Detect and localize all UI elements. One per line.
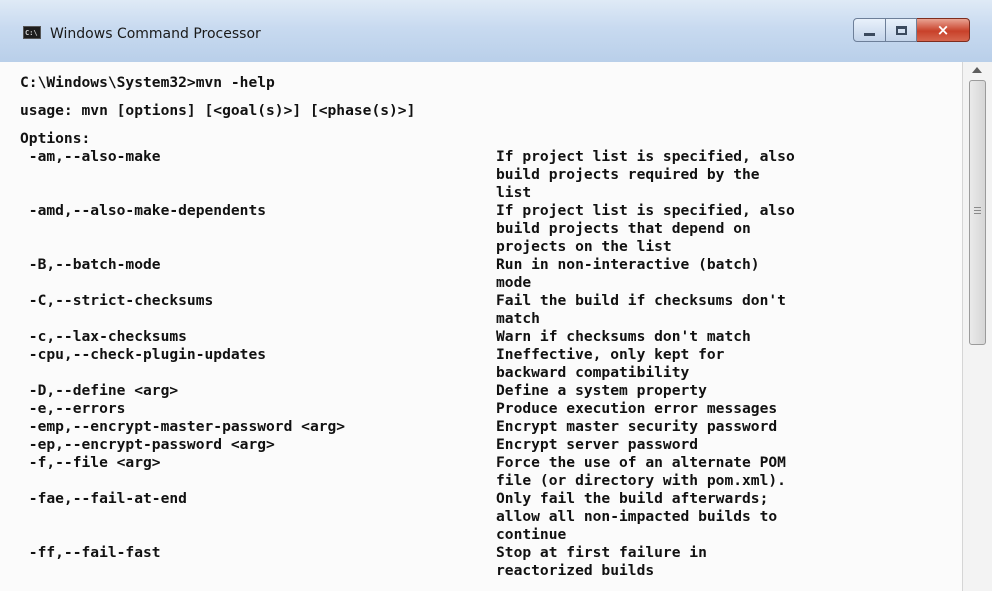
console-output[interactable]: C:\Windows\System32>mvn -help usage: mvn… bbox=[0, 62, 962, 591]
option-flag: -c,--lax-checksums bbox=[20, 328, 187, 345]
option-flag: -fae,--fail-at-end bbox=[20, 490, 187, 507]
option-line: -fae,--fail-at-end Only fail the build af… bbox=[20, 490, 769, 508]
option-description: Define a system property bbox=[496, 382, 707, 399]
vertical-scrollbar[interactable] bbox=[962, 62, 992, 591]
option-flag: -cpu,--check-plugin-updates bbox=[20, 346, 267, 363]
option-line: -e,--errors Produce execution error messa… bbox=[20, 400, 777, 418]
option-description: continue bbox=[496, 526, 567, 543]
option-line: -f,--file <arg> Force the use of an alter… bbox=[20, 454, 786, 472]
option-line: match bbox=[20, 310, 540, 328]
option-flag: -ep,--encrypt-password <arg> bbox=[20, 436, 275, 453]
option-line: -c,--lax-checksums Warn if checksums don'… bbox=[20, 328, 751, 346]
console-text: C:\Windows\System32>mvn -help usage: mvn… bbox=[20, 74, 795, 580]
option-description: If project list is specified, also bbox=[496, 202, 795, 219]
option-flag: -e,--errors bbox=[20, 400, 126, 417]
option-line: -ep,--encrypt-password <arg> Encrypt serv… bbox=[20, 436, 698, 454]
option-line: backward compatibility bbox=[20, 364, 689, 382]
option-line: -emp,--encrypt-master-password <arg> Encr… bbox=[20, 418, 777, 436]
usage-line: usage: mvn [options] [<goal(s)>] [<phase… bbox=[20, 102, 416, 119]
option-description: match bbox=[496, 310, 540, 327]
option-line: build projects required by the bbox=[20, 166, 760, 184]
option-line: -amd,--also-make-dependents If project li… bbox=[20, 202, 795, 220]
option-description: file (or directory with pom.xml). bbox=[496, 472, 786, 489]
option-description: If project list is specified, also bbox=[496, 148, 795, 165]
option-flag: -B,--batch-mode bbox=[20, 256, 161, 273]
option-line: -ff,--fail-fast Stop at first failure in bbox=[20, 544, 707, 562]
cmd-console-icon[interactable]: C:\ bbox=[23, 26, 41, 39]
option-line: allow all non-impacted builds to bbox=[20, 508, 777, 526]
option-description: Encrypt server password bbox=[496, 436, 699, 453]
close-button[interactable]: × bbox=[917, 18, 970, 42]
option-flag: -f,--file <arg> bbox=[20, 454, 161, 471]
prompt-line: C:\Windows\System32>mvn -help bbox=[20, 74, 275, 91]
option-description: Warn if checksums don't match bbox=[496, 328, 751, 345]
close-icon: × bbox=[936, 20, 950, 39]
title-bar[interactable]: C:\ Windows Command Processor × bbox=[0, 0, 992, 62]
maximize-button[interactable] bbox=[886, 18, 917, 42]
option-description: list bbox=[496, 184, 532, 201]
window-controls: × bbox=[853, 18, 970, 44]
scrollbar-thumb[interactable] bbox=[969, 80, 986, 345]
option-description: mode bbox=[496, 274, 532, 291]
option-line: -cpu,--check-plugin-updates Ineffective, … bbox=[20, 346, 725, 364]
options-header: Options: bbox=[20, 130, 91, 147]
option-line: projects on the list bbox=[20, 238, 672, 256]
option-line: mode bbox=[20, 274, 531, 292]
option-line: build projects that depend on bbox=[20, 220, 751, 238]
option-description: allow all non-impacted builds to bbox=[496, 508, 778, 525]
maximize-icon bbox=[895, 25, 907, 35]
option-description: Only fail the build afterwards; bbox=[496, 490, 769, 507]
option-line: -D,--define <arg> Define a system propert… bbox=[20, 382, 707, 400]
option-description: Ineffective, only kept for bbox=[496, 346, 725, 363]
option-description: build projects that depend on bbox=[496, 220, 751, 237]
option-description: backward compatibility bbox=[496, 364, 690, 381]
command-window: C:\ Windows Command Processor × C:\Windo… bbox=[0, 0, 992, 591]
option-flag: -ff,--fail-fast bbox=[20, 544, 161, 561]
option-description: build projects required by the bbox=[496, 166, 760, 183]
option-description: Encrypt master security password bbox=[496, 418, 778, 435]
option-line: continue bbox=[20, 526, 566, 544]
option-line: list bbox=[20, 184, 531, 202]
window-title: Windows Command Processor bbox=[50, 26, 261, 42]
minimize-button[interactable] bbox=[853, 18, 886, 42]
option-line: file (or directory with pom.xml). bbox=[20, 472, 786, 490]
option-description: Produce execution error messages bbox=[496, 400, 778, 417]
option-description: projects on the list bbox=[496, 238, 672, 255]
minimize-icon bbox=[864, 32, 875, 36]
option-line: reactorized builds bbox=[20, 562, 654, 580]
option-flag: -C,--strict-checksums bbox=[20, 292, 214, 309]
option-flag: -D,--define <arg> bbox=[20, 382, 179, 399]
option-line: -B,--batch-mode Run in non-interactive (b… bbox=[20, 256, 760, 274]
option-line: -C,--strict-checksums Fail the build if c… bbox=[20, 292, 786, 310]
option-description: reactorized builds bbox=[496, 562, 655, 579]
option-description: Force the use of an alternate POM bbox=[496, 454, 786, 471]
option-description: Run in non-interactive (batch) bbox=[496, 256, 760, 273]
scroll-grip-icon bbox=[974, 207, 981, 216]
option-description: Fail the build if checksums don't bbox=[496, 292, 786, 309]
option-line: -am,--also-make If project list is specif… bbox=[20, 148, 795, 166]
option-description: Stop at first failure in bbox=[496, 544, 707, 561]
option-flag: -emp,--encrypt-master-password <arg> bbox=[20, 418, 346, 435]
option-flag: -amd,--also-make-dependents bbox=[20, 202, 267, 219]
scroll-up-arrow-icon[interactable] bbox=[972, 67, 982, 73]
option-flag: -am,--also-make bbox=[20, 148, 161, 165]
